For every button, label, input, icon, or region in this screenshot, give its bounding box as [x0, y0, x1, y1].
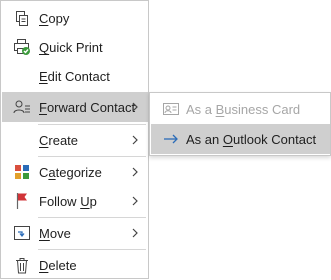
- menu-item-forward-contact[interactable]: Forward Contact: [2, 92, 148, 122]
- menu-item-label: Follow Up: [39, 194, 97, 209]
- menu-item-move[interactable]: Move: [2, 218, 148, 248]
- menu-item-categorize[interactable]: Categorize: [2, 157, 148, 187]
- menu-item-label: Forward Contact: [39, 100, 136, 115]
- chevron-right-icon: [130, 133, 140, 147]
- menu-item-label: Create: [39, 133, 79, 148]
- forward-contact-icon: [13, 98, 31, 116]
- submenu-item-business-card[interactable]: As a Business Card: [151, 94, 330, 124]
- move-icon: [13, 224, 31, 242]
- business-card-icon: [162, 100, 180, 118]
- menu-item-edit-contact[interactable]: Edit Contact: [2, 61, 148, 91]
- submenu-item-label: As an Outlook Contact: [186, 132, 317, 147]
- menu-item-copy[interactable]: Copy: [2, 3, 148, 33]
- menu-item-label: Categorize: [39, 165, 102, 180]
- menu-item-label: Quick Print: [39, 40, 103, 55]
- context-menu: Copy Quick Print Edit Contact Forward Co…: [0, 0, 149, 279]
- menu-item-label: Copy: [39, 11, 70, 26]
- arrow-right-icon: [162, 130, 180, 148]
- menu-item-label: Move: [39, 226, 71, 241]
- chevron-right-icon: [130, 100, 140, 114]
- categorize-icon: [13, 163, 31, 181]
- follow-up-flag-icon: [13, 192, 31, 210]
- menu-item-create[interactable]: Create: [2, 125, 148, 155]
- submenu-item-label: As a Business Card: [186, 102, 301, 117]
- chevron-right-icon: [130, 194, 140, 208]
- copy-icon: [13, 9, 31, 27]
- chevron-right-icon: [130, 165, 140, 179]
- delete-icon: [13, 256, 31, 274]
- submenu-item-outlook-contact[interactable]: As an Outlook Contact: [151, 124, 330, 154]
- menu-item-quick-print[interactable]: Quick Print: [2, 32, 148, 62]
- menu-item-follow-up[interactable]: Follow Up: [2, 186, 148, 216]
- menu-item-label: Edit Contact: [39, 69, 110, 84]
- menu-item-delete[interactable]: Delete: [2, 250, 148, 280]
- forward-contact-submenu: As a Business Card As an Outlook Contact: [149, 92, 331, 156]
- menu-item-label: Delete: [39, 258, 77, 273]
- chevron-right-icon: [130, 226, 140, 240]
- quick-print-icon: [13, 38, 31, 56]
